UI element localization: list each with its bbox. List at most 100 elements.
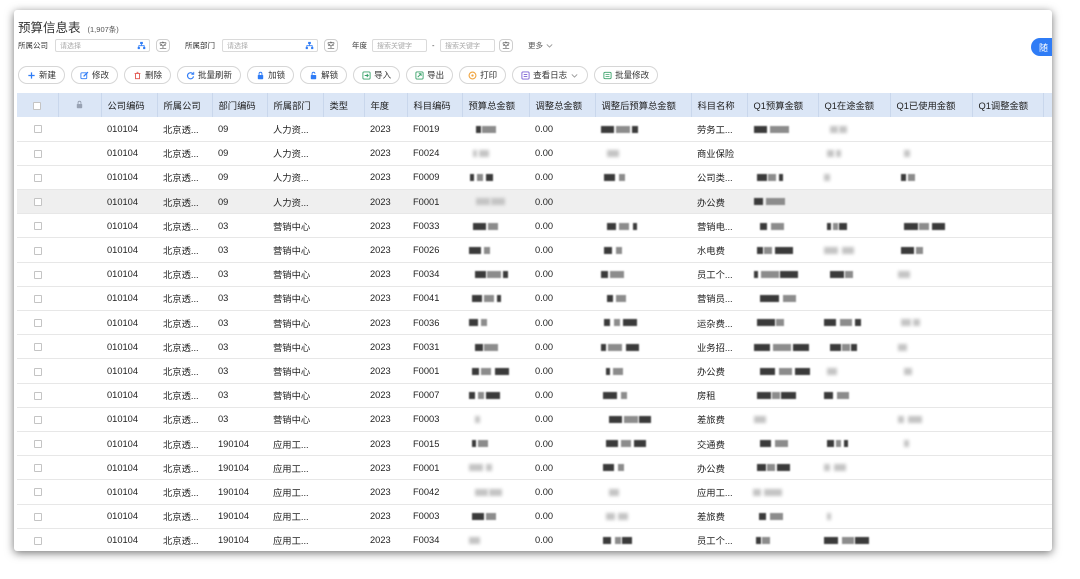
year-clear-button[interactable]: 空 xyxy=(499,39,513,52)
dept-cell: 人力资... xyxy=(267,189,323,215)
row-checkbox-cell xyxy=(17,455,58,481)
dept-clear-button[interactable]: 空 xyxy=(324,39,338,52)
row-checkbox[interactable] xyxy=(33,246,42,255)
unlock-icon xyxy=(309,71,318,80)
query-button[interactable]: 随 xyxy=(1031,38,1052,56)
column-header-subject-name: 科目名称 xyxy=(691,93,748,117)
subject-code-cell: F0003 xyxy=(407,504,462,529)
row-checkbox[interactable] xyxy=(33,343,42,352)
redacted-value xyxy=(824,366,837,376)
view-log-button[interactable]: 查看日志 xyxy=(512,66,589,84)
batch-edit-button[interactable]: 批量修改 xyxy=(594,66,659,84)
redacted-value xyxy=(824,149,841,159)
q1-budget-cell xyxy=(747,334,818,360)
table-row[interactable]: 010104 北京透... 190104 应用工... 2023 F0034 0.00 员工个… xyxy=(17,528,1052,551)
row-checkbox[interactable] xyxy=(33,391,42,400)
table-row[interactable]: 010104 北京透... 03 营销中心 2023 F0033 0.00 营销电... xyxy=(17,213,1052,239)
table-row[interactable]: 010104 北京透... 03 营销中心 2023 F0026 0.00 水电费 xyxy=(17,237,1052,263)
view-log-label: 查看日志 xyxy=(533,70,568,80)
year-from-input[interactable]: 搜索关键字 xyxy=(372,39,427,52)
adjusted-budget-total-cell xyxy=(595,431,691,457)
table-row[interactable]: 010104 北京透... 190104 应用工... 2023 F0042 0.00 应用工… xyxy=(17,479,1052,505)
org-tree-icon[interactable] xyxy=(305,41,314,50)
adjusted-budget-total-cell xyxy=(595,358,691,384)
redacted-value xyxy=(468,487,502,497)
row-checkbox[interactable] xyxy=(33,198,42,207)
edit-button[interactable]: 修改 xyxy=(71,66,119,84)
column-header-dept: 所属部门 xyxy=(267,93,324,117)
subject-code-cell: F0026 xyxy=(407,237,462,263)
redacted-value xyxy=(468,463,492,473)
redacted-value xyxy=(753,487,782,497)
row-checkbox[interactable] xyxy=(33,222,42,231)
budget-total-cell xyxy=(462,334,529,360)
unlock-button[interactable]: 解锁 xyxy=(300,66,348,84)
row-checkbox[interactable] xyxy=(33,536,42,545)
table-row[interactable]: 010104 北京透... 03 营销中心 2023 F0036 0.00 运杂费... xyxy=(17,310,1052,336)
print-button[interactable]: 打印 xyxy=(459,66,507,84)
budget-total-cell xyxy=(462,528,529,551)
overflow-cell xyxy=(1043,479,1052,505)
company-code-cell: 010104 xyxy=(101,286,157,312)
row-checkbox[interactable] xyxy=(33,319,42,328)
chevron-down-icon xyxy=(545,41,554,50)
subject-name-cell: 员工个... xyxy=(691,262,747,287)
type-cell xyxy=(323,165,364,191)
type-cell xyxy=(323,213,364,239)
company-select[interactable]: 请选择 xyxy=(55,39,150,52)
table-row[interactable]: 010104 北京透... 190104 应用工... 2023 F0001 0.00 办公费 xyxy=(17,455,1052,481)
q1-adjust-cell xyxy=(972,165,1043,191)
record-count: (1,907条) xyxy=(87,25,119,34)
overflow-cell xyxy=(1043,407,1052,432)
redacted-value xyxy=(601,536,632,546)
dept-select[interactable]: 请选择 xyxy=(222,39,318,52)
table-row[interactable]: 010104 北京透... 03 营销中心 2023 F0001 0.00 办公费 xyxy=(17,358,1052,384)
table-row[interactable]: 010104 北京透... 03 营销中心 2023 F0034 0.00 员工个... xyxy=(17,262,1052,287)
redacted-value xyxy=(753,221,784,231)
lock-button[interactable]: 加锁 xyxy=(247,66,295,84)
type-cell xyxy=(323,383,364,408)
budget-total-cell xyxy=(462,383,529,408)
row-checkbox[interactable] xyxy=(33,294,42,303)
redacted-value xyxy=(824,342,857,352)
company-cell: 北京透... xyxy=(157,141,212,166)
table-row[interactable]: 010104 北京透... 03 营销中心 2023 F0041 0.00 营销员... xyxy=(17,286,1052,312)
row-checkbox[interactable] xyxy=(33,174,42,183)
import-button[interactable]: 导入 xyxy=(353,66,401,84)
delete-button[interactable]: 删除 xyxy=(124,66,172,84)
unlock-label: 解锁 xyxy=(321,70,339,80)
table-row[interactable]: 010104 北京透... 03 营销中心 2023 F0003 0.00 差旅费 xyxy=(17,407,1052,432)
more-filters-toggle[interactable]: 更多 xyxy=(528,39,554,52)
row-checkbox[interactable] xyxy=(33,149,42,158)
row-checkbox[interactable] xyxy=(33,415,42,424)
table-row[interactable]: 010104 北京透... 190104 应用工... 2023 F0015 0.00 交通费 xyxy=(17,431,1052,457)
adjust-total-cell: 0.00 xyxy=(529,286,595,312)
redacted-value xyxy=(896,439,909,449)
year-to-input[interactable]: 搜索关键字 xyxy=(440,39,495,52)
row-checkbox[interactable] xyxy=(33,464,42,473)
table-row[interactable]: 010104 北京透... 09 人力资... 2023 F0001 0.00 办公费 xyxy=(17,189,1052,215)
org-tree-icon[interactable] xyxy=(137,41,146,50)
redacted-value xyxy=(468,124,496,134)
export-button[interactable]: 导出 xyxy=(406,66,454,84)
header-checkbox[interactable] xyxy=(33,101,42,110)
row-checkbox[interactable] xyxy=(33,125,42,134)
row-checkbox[interactable] xyxy=(33,367,42,376)
batch-refresh-button[interactable]: 批量刷新 xyxy=(177,66,242,84)
table-row[interactable]: 010104 北京透... 190104 应用工... 2023 F0003 0.00 差旅费 xyxy=(17,504,1052,529)
table-row[interactable]: 010104 北京透... 09 人力资... 2023 F0024 0.00 商业保险 xyxy=(17,141,1052,166)
row-checkbox[interactable] xyxy=(33,512,42,521)
new-button[interactable]: 新建 xyxy=(18,66,66,84)
company-clear-button[interactable]: 空 xyxy=(156,39,170,52)
adjust-total-cell: 0.00 xyxy=(529,237,595,263)
table-row[interactable]: 010104 北京透... 03 营销中心 2023 F0007 0.00 房租 xyxy=(17,383,1052,408)
row-checkbox[interactable] xyxy=(33,488,42,497)
table-row[interactable]: 010104 北京透... 09 人力资... 2023 F0019 0.00 劳务工... xyxy=(17,117,1052,142)
redacted-value xyxy=(824,124,847,134)
row-checkbox[interactable] xyxy=(33,270,42,279)
row-checkbox[interactable] xyxy=(33,440,42,449)
batch-refresh-label: 批量刷新 xyxy=(198,70,233,80)
table-row[interactable]: 010104 北京透... 03 营销中心 2023 F0031 0.00 业务招... xyxy=(17,334,1052,360)
row-checkbox-cell xyxy=(17,358,58,384)
table-row[interactable]: 010104 北京透... 09 人力资... 2023 F0009 0.00 公司类... xyxy=(17,165,1052,191)
